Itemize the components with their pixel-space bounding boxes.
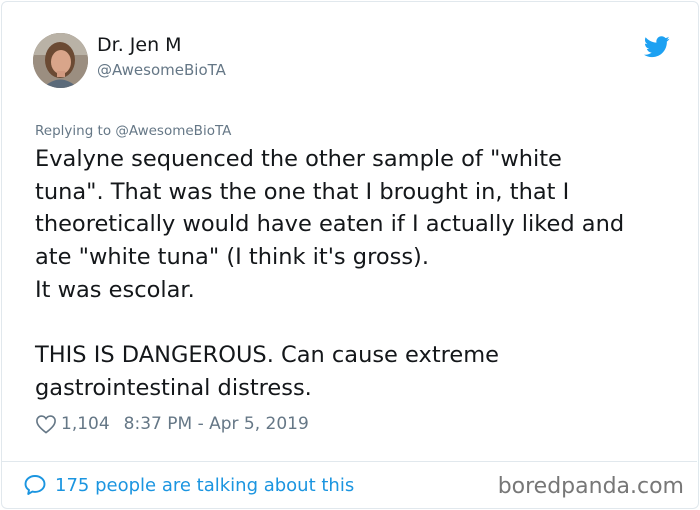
tweet-line: gastrointestinal distress. [35,374,312,401]
speech-bubble-icon [24,475,46,495]
tweet-text: Evalyne sequenced the other sample of "w… [35,143,675,405]
avatar[interactable] [33,33,88,88]
tweet-meta: 1,104 8:37 PM - Apr 5, 2019 [35,411,309,437]
talking-link[interactable]: 175 people are talking about this [23,470,354,500]
like-count[interactable]: 1,104 [61,414,110,434]
talking-text: 175 people are talking about this [55,474,355,496]
tweet-card: Dr. Jen M @AwesomeBioTA Replying to @Awe… [1,1,699,509]
display-name[interactable]: Dr. Jen M [97,34,182,56]
twitter-bird-icon[interactable] [644,36,670,58]
tweet-line: It was escolar. [35,276,195,303]
heart-icon[interactable] [35,414,57,434]
divider [1,461,697,462]
tweet-timestamp[interactable]: 8:37 PM - Apr 5, 2019 [124,414,309,434]
tweet-line: THIS IS DANGEROUS. Can cause extreme [35,342,499,369]
tweet-line: theoretically would have eaten if I actu… [35,211,625,238]
user-handle[interactable]: @AwesomeBioTA [97,61,226,79]
tweet-line: Evalyne sequenced the other sample of "w… [35,146,562,172]
tweet-line: tuna". That was the one that I brought i… [35,178,570,205]
tweet-line: ate "white tuna" (I think it's gross). [35,244,429,271]
profile-photo [33,33,88,88]
watermark: boredpanda.com [497,474,684,499]
tweet-line [35,306,675,339]
replying-to[interactable]: Replying to @AwesomeBioTA [35,123,231,139]
